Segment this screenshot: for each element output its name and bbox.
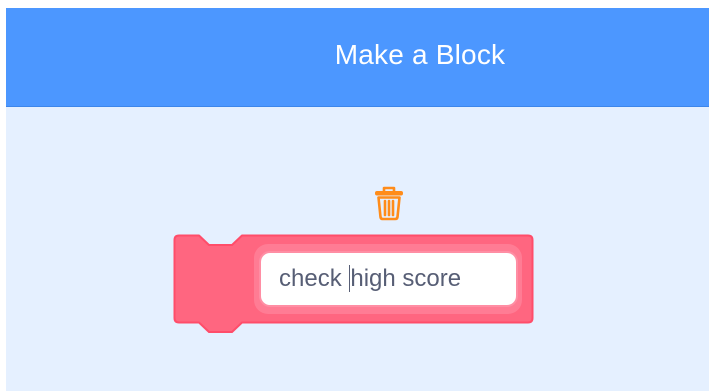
trash-icon [375,186,403,221]
dialog-title: Make a Block [334,39,506,70]
custom-block-preview: check high score [170,234,534,339]
block-name-input[interactable]: check high score [259,251,518,307]
input-text-before-caret: check [279,265,349,292]
delete-input-button[interactable] [372,185,406,221]
dialog-header: Make a Block [6,8,709,107]
make-a-block-dialog: Make a Block check high score [6,8,709,391]
input-text-after-caret: high score [350,265,462,292]
block-editor-area: check high score [6,107,709,391]
